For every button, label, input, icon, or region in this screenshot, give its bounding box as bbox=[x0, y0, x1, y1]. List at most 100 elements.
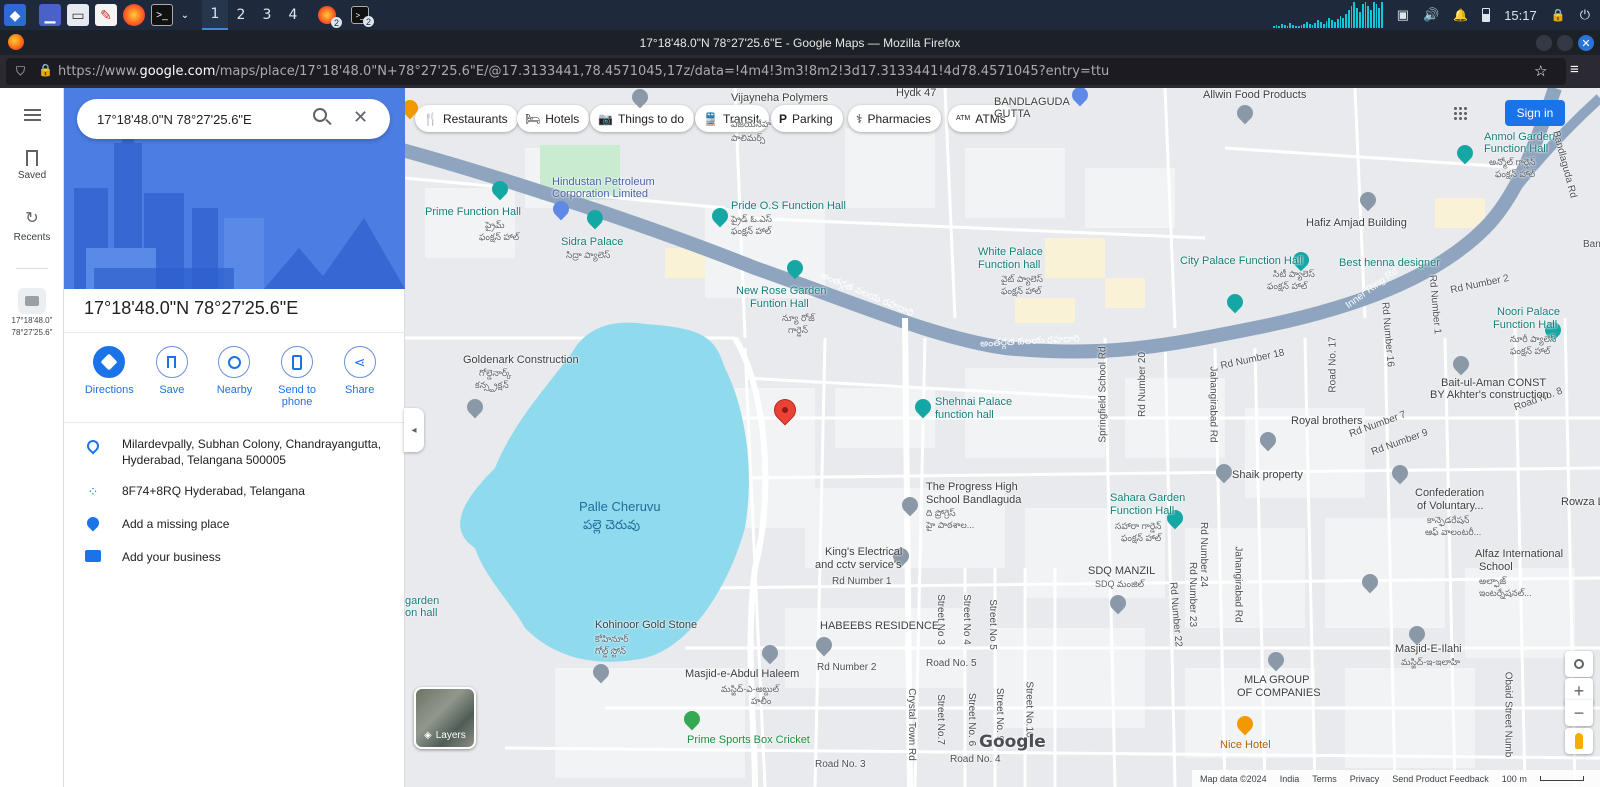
file-manager-icon[interactable]: ▭ bbox=[67, 4, 89, 26]
clear-search-icon[interactable]: ✕ bbox=[353, 107, 368, 128]
bookmark-star-icon[interactable]: ☆ bbox=[1534, 62, 1547, 80]
nearby-button[interactable]: Nearby bbox=[204, 346, 264, 408]
close-window-button[interactable]: ✕ bbox=[1578, 35, 1594, 51]
shield-icon[interactable]: ⛉ bbox=[16, 64, 25, 79]
saved-button[interactable]: Saved bbox=[0, 150, 64, 181]
padlock-icon[interactable]: 🔒 bbox=[38, 63, 53, 77]
add-business-row[interactable]: Add your business bbox=[64, 549, 405, 565]
screen-icon[interactable]: ▣ bbox=[1397, 7, 1409, 23]
map-label: School bbox=[1479, 561, 1513, 573]
map-label: Alfaz International bbox=[1475, 548, 1564, 560]
recent-place-item[interactable]: 17°18'48.0" 78°27'25.6" bbox=[0, 288, 64, 338]
recents-label: Recents bbox=[13, 232, 51, 243]
feedback-link[interactable]: Send Product Feedback bbox=[1392, 774, 1489, 784]
workspace-4[interactable]: 4 bbox=[280, 0, 306, 30]
chip-pharmacies[interactable]: ⚕ Pharmacies bbox=[848, 105, 941, 132]
road-label: Jahangirabad Rd bbox=[1232, 546, 1244, 623]
address-row[interactable]: Milardevpally, Subhan Colony, Chandrayan… bbox=[64, 436, 405, 468]
chevron-down-icon[interactable]: ⌄ bbox=[179, 4, 191, 26]
map-label: OF COMPANIES bbox=[1237, 687, 1321, 699]
url-field[interactable]: ⛉ 🔒 https://www. google.com/maps/place/17… bbox=[6, 58, 1566, 85]
terminal-window-icon[interactable]: >_ 2 bbox=[351, 6, 374, 27]
url-domain: google.com bbox=[139, 64, 216, 79]
add-location-icon bbox=[84, 514, 102, 532]
chip-restaurants[interactable]: 🍴 Restaurants bbox=[415, 105, 518, 132]
share-button[interactable]: ⋖ Share bbox=[330, 346, 390, 408]
firefox-icon bbox=[8, 34, 24, 50]
search-box[interactable]: 17°18'48.0"N 78°27'25.6"E ✕ bbox=[77, 99, 390, 139]
collapse-panel-button[interactable]: ◂ bbox=[404, 408, 424, 452]
privacy-link[interactable]: Privacy bbox=[1350, 774, 1380, 784]
street-view-pegman-button[interactable] bbox=[1565, 728, 1593, 754]
power-icon[interactable]: ⏻ bbox=[1580, 7, 1590, 23]
map-label: ఫంక్షన్ హాల్ bbox=[1495, 169, 1536, 179]
directions-icon bbox=[93, 346, 126, 378]
volume-icon[interactable]: 🔊 bbox=[1423, 7, 1439, 23]
send-to-phone-button[interactable]: Send to phone bbox=[267, 346, 327, 408]
lock-icon[interactable]: 🔒 bbox=[1551, 8, 1566, 22]
road-label: Jahangirabad Rd bbox=[1207, 366, 1219, 443]
map-label: MLA GROUP bbox=[1244, 674, 1310, 686]
directions-label: Directions bbox=[84, 384, 134, 396]
maximize-button[interactable] bbox=[1557, 35, 1573, 51]
layers-button[interactable]: ◈ Layers bbox=[414, 687, 476, 749]
zoom-out-button[interactable]: − bbox=[1565, 700, 1593, 726]
road-label: Street No 3 bbox=[934, 594, 946, 645]
rail-divider bbox=[16, 268, 48, 269]
google-apps-icon[interactable] bbox=[1453, 106, 1467, 120]
minimize-button[interactable] bbox=[1536, 35, 1552, 51]
clock[interactable]: 15:17 bbox=[1504, 8, 1537, 23]
map-label: Goldenark Construction bbox=[463, 354, 579, 366]
sign-in-button[interactable]: Sign in bbox=[1505, 100, 1565, 126]
map-label: Masjid-e-Abdul Haleem bbox=[685, 668, 800, 680]
place-title: 17°18'48.0"N 78°27'25.6"E bbox=[84, 298, 299, 318]
url-path: /maps/place/17°18'48.0"N+78°27'25.6"E/@1… bbox=[215, 64, 1110, 79]
bookmark-icon bbox=[155, 346, 188, 378]
atm-icon: ATM bbox=[956, 115, 971, 122]
map-label: హై పాఠశాల... bbox=[926, 520, 975, 530]
hamburger-menu-icon[interactable] bbox=[24, 109, 41, 121]
chip-hotels[interactable]: 🛏 Hotels bbox=[517, 105, 590, 132]
chip-things-to-do[interactable]: 📷 Things to do bbox=[590, 105, 694, 132]
workspace-2[interactable]: 2 bbox=[228, 0, 254, 30]
app-menu-icon[interactable]: ≡ bbox=[1570, 61, 1579, 78]
my-location-button[interactable] bbox=[1565, 651, 1593, 677]
map-label: సిద్రా ప్యాలెస్ bbox=[566, 250, 611, 260]
region-link[interactable]: India bbox=[1280, 774, 1300, 784]
firefox-window-icon[interactable]: 2 bbox=[318, 6, 342, 28]
text-editor-icon[interactable]: ✎ bbox=[95, 4, 117, 26]
map-label: Function Hall bbox=[1493, 319, 1558, 331]
directions-button[interactable]: Directions bbox=[79, 346, 139, 408]
map-label: Pride O.S Function Hall bbox=[731, 200, 846, 212]
system-tray: ▣ 🔊 🔔 15:17 🔒 ⏻ bbox=[1272, 0, 1600, 30]
save-button[interactable]: Save bbox=[142, 346, 202, 408]
phone-icon bbox=[281, 346, 314, 378]
map-label: GUTTA bbox=[994, 108, 1031, 120]
desktop-icon[interactable]: ▁ bbox=[39, 4, 61, 26]
map-label: Function Hall bbox=[1110, 505, 1175, 517]
firefox-launcher-icon[interactable] bbox=[123, 4, 145, 26]
scale-label[interactable]: 100 m bbox=[1502, 774, 1527, 784]
map-label: ఇంటర్నేషనల్... bbox=[1479, 588, 1532, 598]
terminal-launcher-icon[interactable]: >_ bbox=[151, 4, 173, 26]
layers-label: Layers bbox=[435, 730, 466, 741]
workspace-1[interactable]: 1 bbox=[202, 0, 228, 30]
terms-link[interactable]: Terms bbox=[1312, 774, 1337, 784]
map-label: Prime Sports Box Cricket bbox=[687, 734, 810, 746]
add-missing-place-row[interactable]: Add a missing place bbox=[64, 514, 405, 532]
battery-icon[interactable] bbox=[1482, 8, 1491, 22]
workspace-3[interactable]: 3 bbox=[254, 0, 280, 30]
recents-button[interactable]: ↻ Recents bbox=[0, 208, 64, 243]
start-menu-icon[interactable]: ◆ bbox=[4, 4, 26, 26]
road-label: Road No. 17 bbox=[1327, 336, 1339, 393]
map-label: Corporation Limited bbox=[552, 188, 648, 200]
notification-bell-icon[interactable]: 🔔 bbox=[1453, 8, 1468, 22]
location-pin-icon bbox=[84, 437, 102, 455]
search-input[interactable]: 17°18'48.0"N 78°27'25.6"E bbox=[97, 112, 252, 127]
chip-parking[interactable]: P Parking bbox=[771, 105, 843, 132]
map-canvas[interactable]: 🍴 Restaurants 🛏 Hotels 📷 Things to do 🚆 Tran… bbox=[405, 88, 1600, 787]
action-buttons: Directions Save Nearby Send to phone ⋖ S… bbox=[64, 346, 405, 408]
plus-code-row[interactable]: ⁘ 8F74+8RQ Hyderabad, Telangana bbox=[64, 483, 405, 500]
road-label: Obaid Street Numb bbox=[1502, 671, 1514, 758]
my-location-icon bbox=[1574, 659, 1584, 669]
